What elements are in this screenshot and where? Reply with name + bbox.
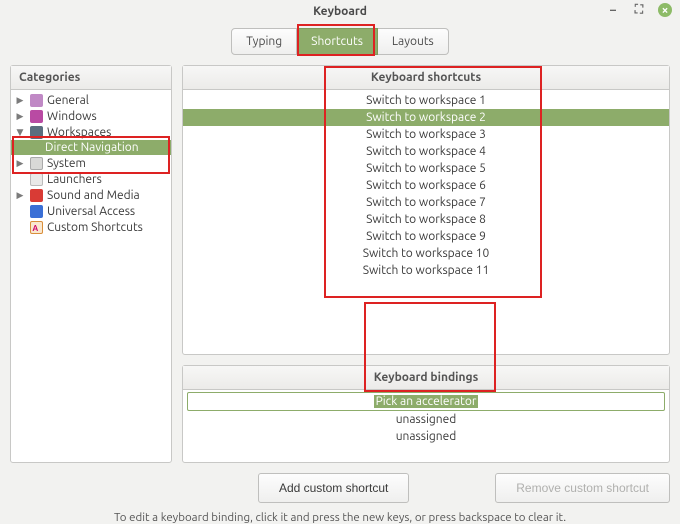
launchers-icon — [29, 172, 43, 186]
category-label: Direct Navigation — [45, 141, 167, 154]
titlebar: Keyboard – ⛶ × — [0, 0, 680, 22]
shortcuts-list[interactable]: Switch to workspace 1 Switch to workspac… — [183, 90, 669, 354]
binding-row[interactable]: unassigned — [183, 411, 669, 428]
bindings-panel: Keyboard bindings Pick an accelerator un… — [182, 365, 670, 463]
category-label: Custom Shortcuts — [47, 221, 167, 234]
category-sound-media[interactable]: ▶ Sound and Media — [11, 187, 171, 203]
categories-tree: ▶ General ▶ Windows ▼ Workspaces Direct … — [11, 90, 171, 237]
category-label: Workspaces — [47, 126, 167, 139]
custom-icon — [29, 220, 43, 234]
windows-icon — [29, 109, 43, 123]
shortcut-row[interactable]: Switch to workspace 10 — [183, 245, 669, 262]
tab-bar: Typing Shortcuts Layouts — [0, 22, 680, 65]
content-area: Categories ▶ General ▶ Windows ▼ Workspa… — [0, 65, 680, 463]
category-label: System — [47, 157, 167, 170]
bindings-header: Keyboard bindings — [183, 366, 669, 390]
button-row: Add custom shortcut Remove custom shortc… — [0, 473, 680, 503]
category-label: Launchers — [47, 173, 167, 186]
chevron-right-icon[interactable]: ▶ — [15, 190, 25, 201]
binding-row[interactable]: unassigned — [183, 428, 669, 445]
access-icon — [29, 204, 43, 218]
category-custom-shortcuts[interactable]: Custom Shortcuts — [11, 219, 171, 235]
category-windows[interactable]: ▶ Windows — [11, 108, 171, 124]
window-title: Keyboard — [313, 5, 367, 18]
shortcut-row[interactable]: Switch to workspace 6 — [183, 177, 669, 194]
window-controls: – ⛶ × — [606, 3, 672, 17]
shortcut-row[interactable]: Switch to workspace 11 — [183, 262, 669, 279]
category-label: Universal Access — [47, 205, 167, 218]
shortcut-row[interactable]: Switch to workspace 9 — [183, 228, 669, 245]
main-area: Keyboard shortcuts Switch to workspace 1… — [182, 65, 670, 463]
binding-label: Pick an accelerator — [374, 395, 479, 408]
tab-layouts[interactable]: Layouts — [378, 28, 449, 55]
categories-panel: Categories ▶ General ▶ Windows ▼ Workspa… — [10, 65, 172, 463]
chevron-right-icon[interactable]: ▶ — [15, 95, 25, 106]
categories-header: Categories — [11, 66, 171, 90]
category-general[interactable]: ▶ General — [11, 92, 171, 108]
hint-text: To edit a keyboard binding, click it and… — [0, 503, 680, 524]
shortcut-row[interactable]: Switch to workspace 5 — [183, 160, 669, 177]
category-universal-access[interactable]: Universal Access — [11, 203, 171, 219]
shortcut-row[interactable]: Switch to workspace 1 — [183, 92, 669, 109]
general-icon — [29, 93, 43, 107]
chevron-right-icon[interactable]: ▶ — [15, 111, 25, 122]
minimize-icon[interactable]: – — [606, 3, 620, 17]
bindings-list: Pick an accelerator unassigned unassigne… — [183, 390, 669, 447]
category-workspaces[interactable]: ▼ Workspaces — [11, 124, 171, 140]
close-icon[interactable]: × — [658, 3, 672, 17]
system-icon — [29, 156, 43, 170]
category-label: Windows — [47, 110, 167, 123]
remove-custom-shortcut-button: Remove custom shortcut — [495, 473, 670, 503]
add-custom-shortcut-button[interactable]: Add custom shortcut — [258, 473, 409, 503]
category-system[interactable]: ▶ System — [11, 155, 171, 171]
category-direct-navigation[interactable]: Direct Navigation — [11, 140, 171, 155]
chevron-right-icon[interactable]: ▶ — [15, 158, 25, 169]
maximize-icon[interactable]: ⛶ — [632, 3, 646, 17]
tab-shortcuts[interactable]: Shortcuts — [297, 28, 378, 55]
category-launchers[interactable]: Launchers — [11, 171, 171, 187]
media-icon — [29, 188, 43, 202]
shortcuts-header: Keyboard shortcuts — [183, 66, 669, 90]
tab-typing[interactable]: Typing — [231, 28, 297, 55]
shortcut-row[interactable]: Switch to workspace 7 — [183, 194, 669, 211]
category-label: General — [47, 94, 167, 107]
category-label: Sound and Media — [47, 189, 167, 202]
workspaces-icon — [29, 125, 43, 139]
shortcut-row[interactable]: Switch to workspace 3 — [183, 126, 669, 143]
shortcut-row[interactable]: Switch to workspace 2 — [183, 109, 669, 126]
shortcuts-panel: Keyboard shortcuts Switch to workspace 1… — [182, 65, 670, 355]
shortcut-row[interactable]: Switch to workspace 4 — [183, 143, 669, 160]
binding-row-editing[interactable]: Pick an accelerator — [187, 392, 665, 411]
chevron-down-icon[interactable]: ▼ — [15, 127, 25, 138]
shortcut-row[interactable]: Switch to workspace 8 — [183, 211, 669, 228]
